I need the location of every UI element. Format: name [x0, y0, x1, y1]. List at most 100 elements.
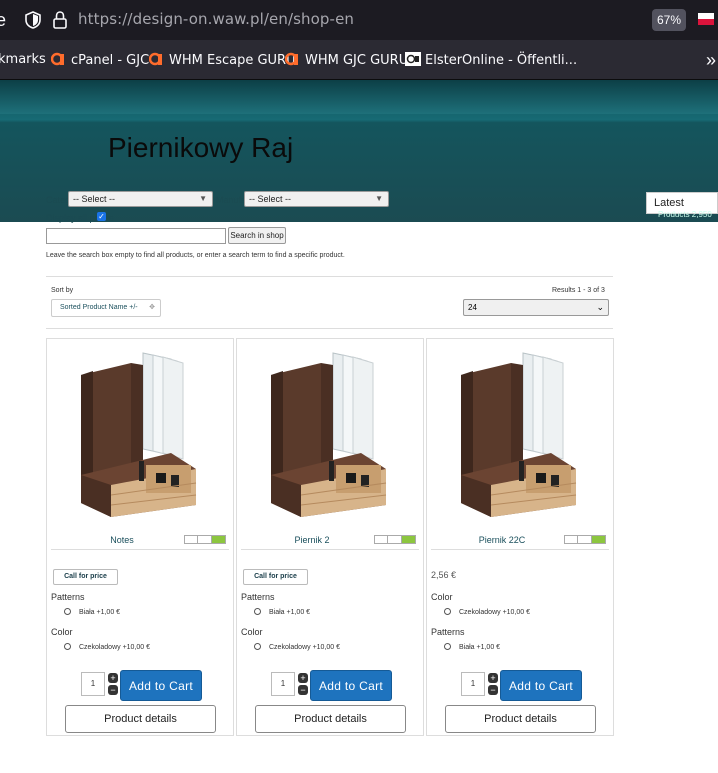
category-select[interactable]: -- Select -- ▼ [68, 191, 213, 207]
quantity-input[interactable]: 1 [271, 672, 295, 696]
bookmark-item-whm-gjc[interactable]: WHM GJC GURU [285, 52, 408, 68]
option-radio[interactable]: Czekoladowy +10,00 € [64, 643, 150, 651]
option-group-label: Patterns [51, 592, 85, 602]
divider [431, 549, 609, 550]
bookmark-label: kmarks [0, 52, 46, 67]
sort-by-label: Sort by [51, 287, 74, 294]
option-group-label: Color [431, 592, 453, 602]
add-to-cart-button[interactable]: Add to Cart [500, 670, 582, 701]
header-band [0, 80, 718, 114]
product-name[interactable]: Piernik 2 [237, 535, 387, 545]
chevron-down-icon: ⌄ [596, 302, 604, 312]
category-select-value: -- Select -- [73, 194, 116, 204]
product-card: Notes Call for price Patterns Biała +1,0… [46, 338, 234, 736]
polish-flag-icon[interactable] [698, 13, 714, 25]
product-image[interactable] [51, 345, 229, 517]
option-label: Biała +1,00 € [79, 609, 121, 616]
plus-icon[interactable]: + [108, 673, 118, 683]
sort-button[interactable]: Sorted Product Name +/- ✥ [51, 299, 161, 317]
elster-icon [405, 52, 421, 66]
cpanel-icon [51, 52, 64, 66]
sort-arrows-icon: ✥ [149, 304, 155, 311]
display-prices-checkbox[interactable]: ✓ [97, 212, 106, 221]
results-count: Results 1 - 3 of 3 [552, 287, 605, 294]
option-radio[interactable]: Czekoladowy +10,00 € [444, 608, 530, 616]
minus-icon[interactable]: − [488, 685, 498, 695]
option-group-label: Color [51, 627, 73, 637]
cpanel-icon [149, 52, 162, 66]
product-name[interactable]: Notes [47, 535, 197, 545]
option-label: Biała +1,00 € [459, 644, 501, 651]
per-page-value: 24 [468, 303, 477, 312]
view-toggle[interactable] [564, 535, 606, 544]
bookmark-item-whm-escape[interactable]: WHM Escape GURU [149, 52, 296, 68]
bookmark-label: ElsterOnline - Öffentli... [425, 53, 578, 68]
latest-products-count: Products 2,950 [658, 210, 712, 219]
quantity-input[interactable]: 1 [81, 672, 105, 696]
product-details-button[interactable]: Product details [445, 705, 596, 733]
radio-icon [254, 608, 261, 615]
radio-icon [64, 608, 71, 615]
bookmarks-overflow-icon[interactable]: » [706, 50, 716, 71]
shield-icon[interactable] [24, 10, 42, 30]
bookmarks-bar: kmarks cPanel - GJC WHM Escape GURU WHM … [0, 40, 718, 80]
zoom-level-button[interactable]: 67% [652, 9, 686, 31]
divider [241, 549, 419, 550]
radio-icon [64, 643, 71, 650]
manufacturer-select[interactable]: -- Select -- ▼ [244, 191, 389, 207]
divider [46, 328, 613, 329]
bookmark-label: cPanel - GJC [71, 53, 150, 68]
bookmark-item[interactable]: kmarks [0, 52, 46, 67]
call-for-price-button[interactable]: Call for price [53, 569, 118, 585]
minus-icon[interactable]: − [298, 685, 308, 695]
bookmark-item-elster[interactable]: ElsterOnline - Öffentli... [405, 52, 577, 68]
site-title: Piernikowy Raj [108, 132, 294, 163]
search-hint: Leave the search box empty to find all p… [46, 252, 345, 259]
product-card: Piernik 22C 2,56 € Color Czekoladowy +10… [426, 338, 614, 736]
product-details-button[interactable]: Product details [65, 705, 216, 733]
product-card: Piernik 2 Call for price Patterns Biała … [236, 338, 424, 736]
url-host: https://design-on.waw.pl [78, 10, 264, 28]
product-image[interactable] [241, 345, 419, 517]
plus-icon[interactable]: + [488, 673, 498, 683]
product-price: 2,56 € [431, 570, 457, 580]
view-toggle[interactable] [184, 535, 226, 544]
add-to-cart-button[interactable]: Add to Cart [310, 670, 392, 701]
search-input[interactable] [46, 228, 226, 244]
product-details-button[interactable]: Product details [255, 705, 406, 733]
back-edge-icon[interactable]: e [0, 10, 6, 30]
bookmark-label: WHM Escape GURU [169, 53, 296, 68]
manufacturer-label: Manufacturer [216, 195, 244, 205]
divider [46, 276, 613, 277]
bookmark-label: WHM GJC GURU [305, 53, 409, 68]
option-group-label: Patterns [431, 627, 465, 637]
option-radio[interactable]: Biała +1,00 € [254, 608, 310, 616]
option-radio[interactable]: Biała +1,00 € [64, 608, 120, 616]
radio-icon [444, 643, 451, 650]
search-button[interactable]: Search in shop [228, 227, 286, 244]
browser-toolbar: e https://design-on.waw.pl/en/shop-en 67… [0, 0, 718, 40]
call-for-price-button[interactable]: Call for price [243, 569, 308, 585]
option-group-label: Patterns [241, 592, 275, 602]
minus-icon[interactable]: − [108, 685, 118, 695]
lock-icon[interactable] [52, 10, 68, 30]
sort-button-label: Sorted Product Name +/- [60, 304, 138, 311]
product-name[interactable]: Piernik 22C [427, 535, 577, 545]
product-image[interactable] [431, 345, 609, 517]
option-group-label: Color [241, 627, 263, 637]
per-page-select[interactable]: 24 ⌄ [463, 299, 609, 316]
plus-icon[interactable]: + [298, 673, 308, 683]
address-bar[interactable]: https://design-on.waw.pl/en/shop-en [78, 10, 354, 28]
radio-icon [254, 643, 261, 650]
cpanel-icon [285, 52, 298, 66]
option-label: Czekoladowy +10,00 € [79, 644, 151, 651]
divider [51, 549, 229, 550]
manufacturer-select-value: -- Select -- [249, 194, 292, 204]
bookmark-item-cpanel[interactable]: cPanel - GJC [51, 52, 149, 68]
chevron-down-icon: ▼ [199, 194, 207, 203]
add-to-cart-button[interactable]: Add to Cart [120, 670, 202, 701]
option-radio[interactable]: Biała +1,00 € [444, 643, 500, 651]
option-radio[interactable]: Czekoladowy +10,00 € [254, 643, 340, 651]
view-toggle[interactable] [374, 535, 416, 544]
quantity-input[interactable]: 1 [461, 672, 485, 696]
